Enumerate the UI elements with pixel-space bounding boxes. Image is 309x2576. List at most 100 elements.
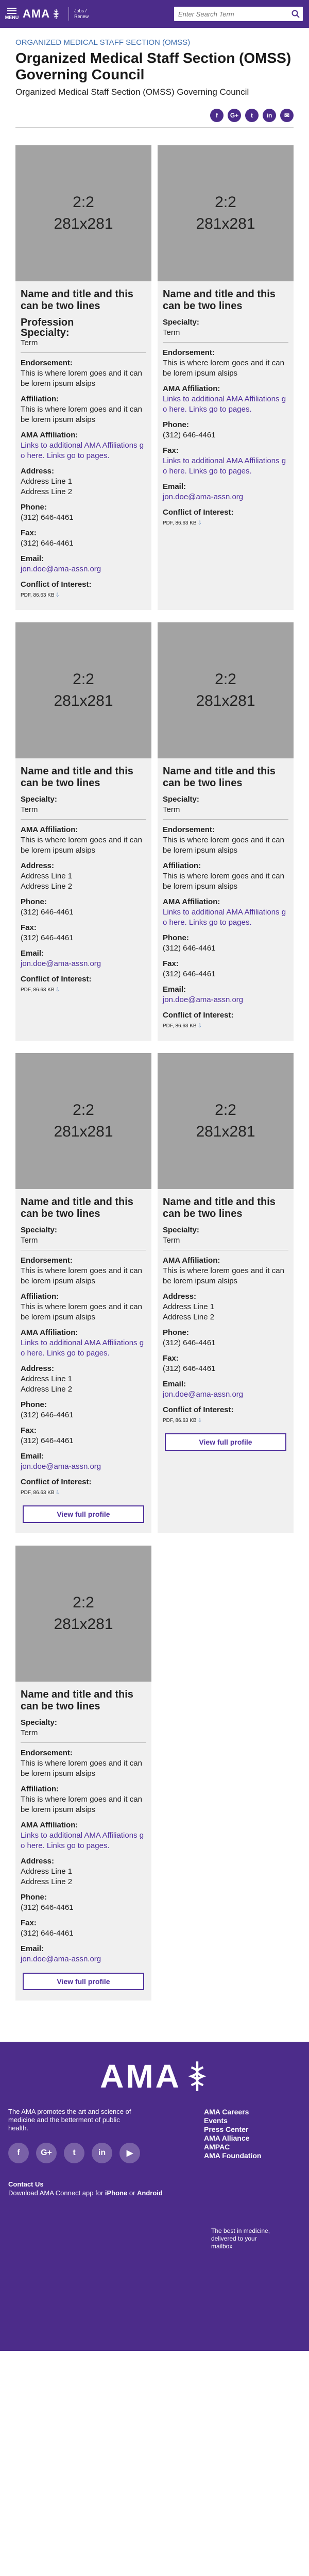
phone-label: Phone: xyxy=(21,1893,47,1902)
pdf-size: PDF, 86.63 KB xyxy=(21,987,55,993)
conflict-pdf-link[interactable]: PDF, 86.63 KB ⇩ xyxy=(21,592,60,598)
fax-label: Fax: xyxy=(21,923,37,932)
endorsement-value: This is where lorem goes and it can be l… xyxy=(163,359,284,378)
linkedin-icon[interactable]: in xyxy=(92,2143,112,2163)
email-label: Email: xyxy=(21,1944,44,1953)
specialty-label: Specialty: xyxy=(21,795,57,804)
ama-affiliation-link[interactable]: Links to additional AMA Affiliations go … xyxy=(21,1831,146,1851)
search-input[interactable] xyxy=(174,10,288,18)
image-size: 281x281 xyxy=(196,1123,255,1140)
image-size: 281x281 xyxy=(196,215,255,232)
download-icon: ⇩ xyxy=(197,1023,202,1029)
footer-link-ampac[interactable]: AMPAC xyxy=(204,2143,261,2151)
jobs-renew-link[interactable]: Jobs / Renew xyxy=(74,8,89,20)
member-name: Name and title and this can be two lines xyxy=(163,1196,276,1219)
fax-value: (312) 646-4461 xyxy=(163,1364,216,1373)
endorsement-value: This is where lorem goes and it can be l… xyxy=(21,1266,142,1285)
fax-label: Fax: xyxy=(163,1354,179,1363)
view-full-profile-button[interactable]: View full profile xyxy=(23,1505,144,1523)
footer-link-careers[interactable]: AMA Careers xyxy=(204,2108,261,2116)
conflict-label: Conflict of Interest: xyxy=(163,508,234,517)
linkedin-icon[interactable]: in xyxy=(263,109,276,122)
profession-block: Profession Specialty: Term xyxy=(21,317,146,353)
email-label: Email: xyxy=(21,1452,44,1461)
pdf-size: PDF, 86.63 KB xyxy=(21,592,55,598)
ama-affiliation-link[interactable]: Links to additional AMA Affiliations go … xyxy=(163,394,288,415)
specialty-block: Specialty: Term xyxy=(21,794,146,820)
phone-value: (312) 646-4461 xyxy=(21,1903,74,1912)
phone-label: Phone: xyxy=(163,420,189,429)
email-link[interactable]: jon.doe@ama-assn.org xyxy=(21,564,146,574)
logo-text: AMA xyxy=(23,7,50,20)
footer-social: f G+ t in ▶ xyxy=(8,2143,204,2163)
twitter-icon[interactable]: t xyxy=(64,2143,84,2163)
footer-link-events[interactable]: Events xyxy=(204,2116,261,2125)
specialty-label: Specialty: xyxy=(21,1718,57,1727)
profession-label: Profession xyxy=(21,317,74,328)
google-plus-icon[interactable]: G+ xyxy=(36,2143,57,2163)
section-label[interactable]: ORGANIZED MEDICAL STAFF SECTION (OMSS) xyxy=(15,38,294,47)
ama-affiliation-link[interactable]: Links to additional AMA Affiliations go … xyxy=(21,440,146,461)
fax-value[interactable]: Links to additional AMA Affiliations go … xyxy=(163,456,288,477)
conflict-pdf-link[interactable]: PDF, 86.63 KB ⇩ xyxy=(163,1418,202,1423)
email-link[interactable]: jon.doe@ama-assn.org xyxy=(21,1462,146,1472)
image-ratio: 2:2 xyxy=(73,671,94,688)
footer-link-alliance[interactable]: AMA Alliance xyxy=(204,2134,261,2143)
ama-logo[interactable]: AMA xyxy=(23,7,60,21)
phone-label: Phone: xyxy=(21,503,47,512)
image-size: 281x281 xyxy=(54,692,113,709)
member-name: Name and title and this can be two lines xyxy=(21,1196,133,1219)
app-download-prefix: Download AMA Connect app for xyxy=(8,2189,105,2197)
footer-link-foundation[interactable]: AMA Foundation xyxy=(204,2151,261,2160)
specialty-value: Term xyxy=(21,1728,38,1737)
address-line-1: Address Line 1 xyxy=(163,1302,215,1311)
footer-link-press[interactable]: Press Center xyxy=(204,2125,261,2134)
ama-affiliation-link[interactable]: Links to additional AMA Affiliations go … xyxy=(163,907,288,928)
ama-affiliation-label: AMA Affiliation: xyxy=(21,431,78,439)
conflict-pdf-link[interactable]: PDF, 86.63 KB ⇩ xyxy=(21,1490,60,1496)
fax-value: (312) 646-4461 xyxy=(21,539,74,548)
twitter-icon[interactable]: t xyxy=(245,109,259,122)
footer-logo-text: AMA xyxy=(100,2058,181,2095)
address-line-1: Address Line 1 xyxy=(21,872,73,880)
facebook-icon[interactable]: f xyxy=(8,2143,29,2163)
conflict-pdf-link[interactable]: PDF, 86.63 KB ⇩ xyxy=(163,520,202,526)
member-card: 2:2 281x281 Name and title and this can … xyxy=(15,1546,151,2001)
conflict-pdf-link[interactable]: PDF, 86.63 KB ⇩ xyxy=(21,987,60,993)
fax-value: (312) 646-4461 xyxy=(21,1436,74,1445)
email-link[interactable]: jon.doe@ama-assn.org xyxy=(21,959,146,969)
contact-us-link[interactable]: Contact Us xyxy=(8,2180,301,2189)
view-full-profile-button[interactable]: View full profile xyxy=(23,1973,144,1990)
page-subtitle: Organized Medical Staff Section (OMSS) G… xyxy=(15,87,249,97)
phone-label: Phone: xyxy=(21,1400,47,1409)
conflict-label: Conflict of Interest: xyxy=(21,580,92,589)
profile-image-placeholder: 2:2 281x281 xyxy=(158,145,294,281)
menu-button[interactable]: MENU xyxy=(5,8,19,20)
site-header: MENU AMA Jobs / Renew xyxy=(0,0,309,28)
ama-affiliation-link[interactable]: Links to additional AMA Affiliations go … xyxy=(21,1338,146,1359)
android-link[interactable]: Android xyxy=(137,2189,163,2197)
app-download-or: or xyxy=(127,2189,138,2197)
email-link[interactable]: jon.doe@ama-assn.org xyxy=(163,492,288,502)
view-full-profile-button[interactable]: View full profile xyxy=(165,1433,286,1451)
email-link[interactable]: jon.doe@ama-assn.org xyxy=(163,995,288,1005)
youtube-icon[interactable]: ▶ xyxy=(119,2143,140,2163)
specialty-value: Term xyxy=(163,328,180,337)
address-line-2: Address Line 2 xyxy=(21,1385,73,1394)
caduceus-icon xyxy=(53,9,60,19)
iphone-link[interactable]: iPhone xyxy=(105,2189,127,2197)
conflict-label: Conflict of Interest: xyxy=(163,1011,234,1020)
email-link[interactable]: jon.doe@ama-assn.org xyxy=(163,1389,288,1400)
email-link[interactable]: jon.doe@ama-assn.org xyxy=(21,1954,146,1964)
endorsement-value: This is where lorem goes and it can be l… xyxy=(163,836,284,855)
phone-label: Phone: xyxy=(163,1328,189,1337)
facebook-icon[interactable]: f xyxy=(210,109,224,122)
fax-label: Fax: xyxy=(21,529,37,537)
search-icon[interactable] xyxy=(288,7,303,21)
conflict-pdf-link[interactable]: PDF, 86.63 KB ⇩ xyxy=(163,1023,202,1029)
email-label: Email: xyxy=(163,1380,186,1388)
email-icon[interactable]: ✉ xyxy=(280,109,294,122)
ama-affiliation-label: AMA Affiliation: xyxy=(21,1821,78,1829)
footer-logo[interactable]: AMA xyxy=(8,2057,301,2095)
google-plus-icon[interactable]: G+ xyxy=(228,109,241,122)
